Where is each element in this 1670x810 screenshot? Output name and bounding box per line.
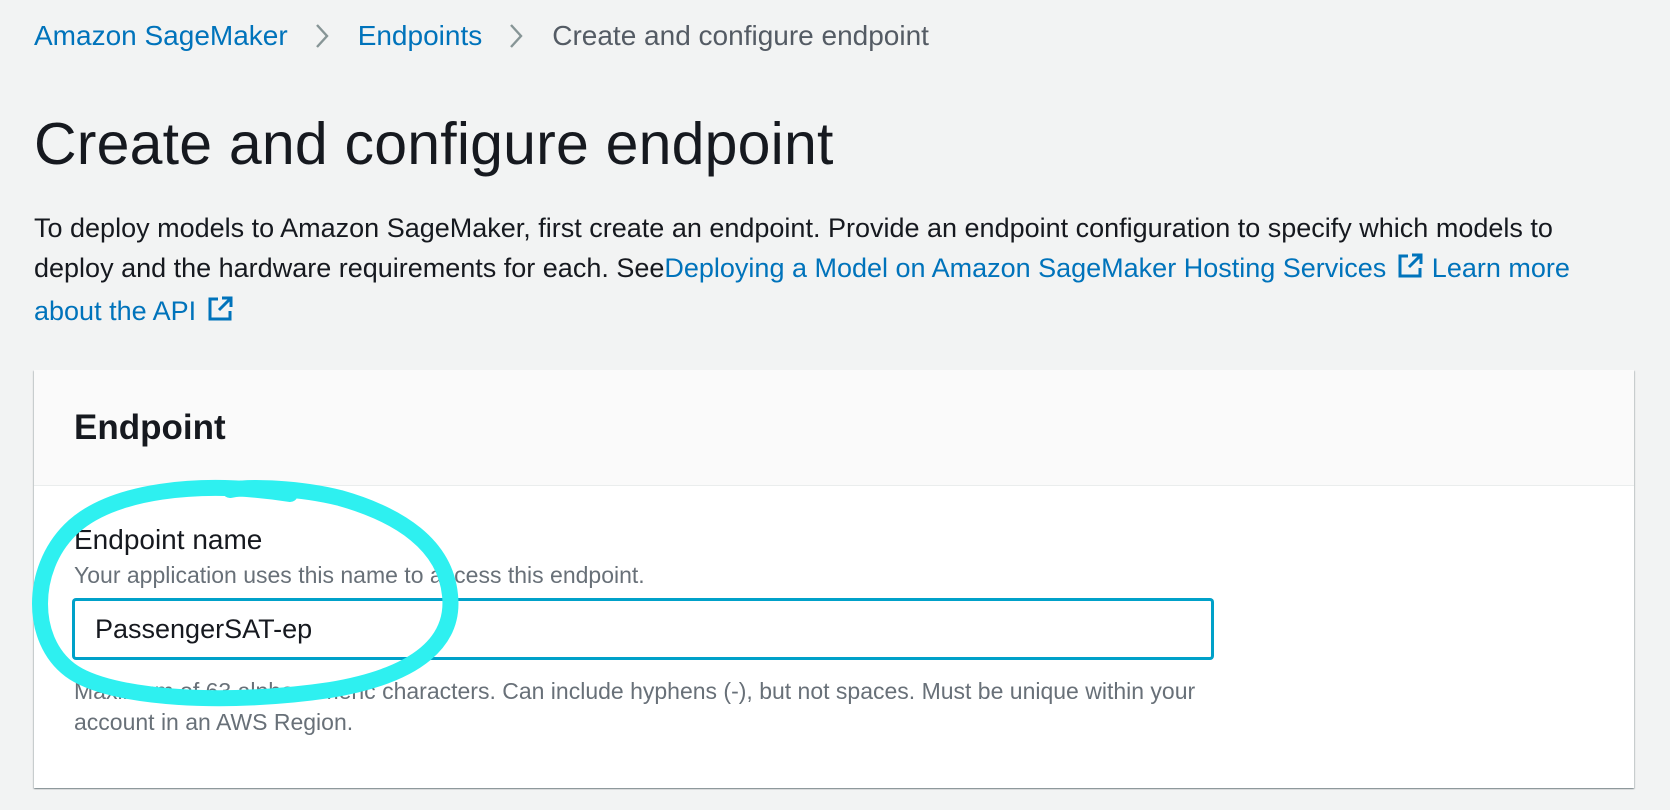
panel-title: Endpoint bbox=[74, 408, 226, 447]
endpoint-name-description: Your application uses this name to acces… bbox=[74, 562, 645, 588]
endpoint-name-constraint: Maximum of 63 alphanumeric characters. C… bbox=[74, 678, 1196, 735]
chevron-right-icon bbox=[508, 18, 524, 54]
panel-header: Endpoint bbox=[34, 370, 1634, 486]
external-link-icon[interactable] bbox=[206, 294, 234, 334]
endpoint-name-label: Endpoint name bbox=[74, 524, 263, 555]
hosting-services-link-label[interactable]: Deploying a Model on Amazon SageMaker Ho… bbox=[664, 253, 1386, 283]
endpoint-panel: Endpoint Endpoint name Your application … bbox=[34, 370, 1634, 788]
page-description: To deploy models to Amazon SageMaker, fi… bbox=[34, 208, 1634, 334]
external-link-icon[interactable] bbox=[1396, 251, 1424, 291]
breadcrumb-link-endpoints[interactable]: Endpoints bbox=[358, 20, 483, 52]
breadcrumb-current: Create and configure endpoint bbox=[552, 20, 929, 51]
breadcrumb: Amazon SageMaker Endpoints Create and co… bbox=[34, 18, 929, 54]
endpoint-name-input[interactable] bbox=[73, 599, 1213, 659]
hosting-services-link[interactable]: Deploying a Model on Amazon SageMaker Ho… bbox=[664, 253, 1424, 283]
breadcrumb-link-sagemaker[interactable]: Amazon SageMaker bbox=[34, 20, 288, 52]
chevron-right-icon bbox=[314, 18, 330, 54]
page-title: Create and configure endpoint bbox=[34, 111, 834, 177]
